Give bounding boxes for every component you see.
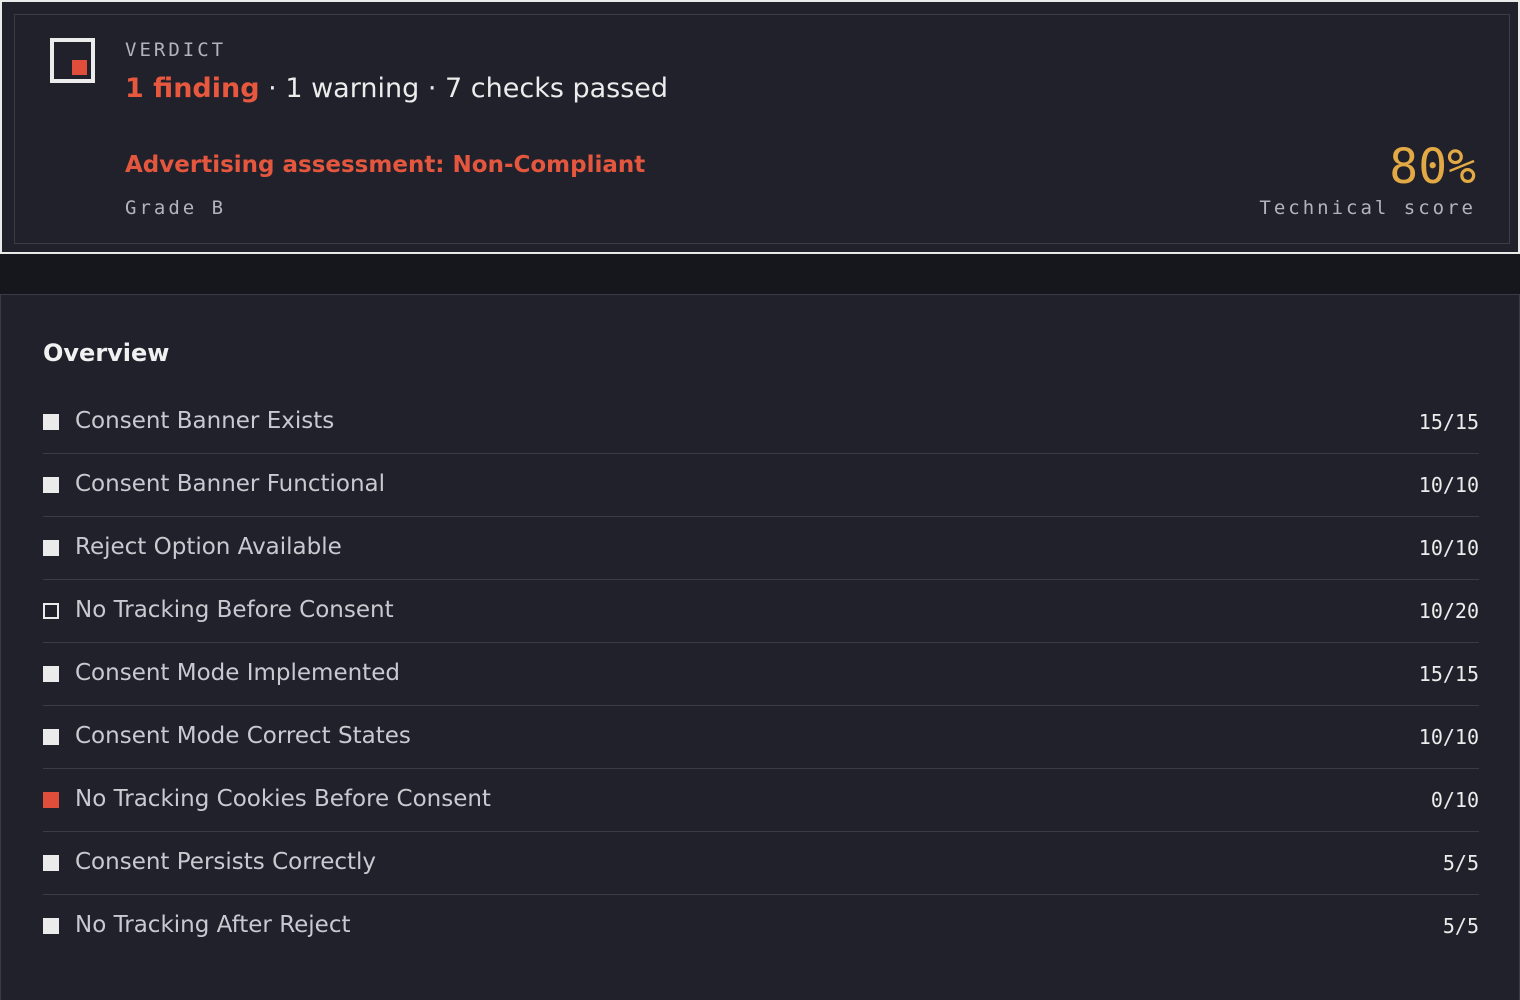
- technical-score-value: 80%: [1389, 139, 1476, 195]
- check-label: Consent Banner Exists: [75, 408, 335, 434]
- check-row: Reject Option Available 10/10: [43, 517, 1479, 580]
- check-row: Consent Banner Exists 15/15: [43, 391, 1479, 454]
- findings-count: 1 finding: [125, 73, 260, 104]
- check-row: Consent Mode Correct States 10/10: [43, 706, 1479, 769]
- check-row: No Tracking After Reject 5/5: [43, 895, 1479, 958]
- check-label: Reject Option Available: [75, 534, 342, 560]
- check-score: 10/10: [1418, 725, 1479, 749]
- check-score: 15/15: [1418, 662, 1479, 686]
- check-row: No Tracking Before Consent 10/20: [43, 580, 1479, 643]
- verdict-card: VERDICT 1 finding · 1 warning · 7 checks…: [14, 14, 1510, 244]
- check-score: 5/5: [1442, 914, 1479, 938]
- check-list: Consent Banner Exists 15/15 Consent Bann…: [43, 391, 1479, 958]
- check-row: Consent Mode Implemented 15/15: [43, 643, 1479, 706]
- check-row: Consent Banner Functional 10/10: [43, 454, 1479, 517]
- check-score: 10/20: [1418, 599, 1479, 623]
- check-status-icon: [43, 918, 59, 934]
- verdict-summary: 1 finding · 1 warning · 7 checks passed: [125, 73, 668, 104]
- verdict-status-icon: [50, 38, 95, 83]
- check-status-icon: [43, 729, 59, 745]
- check-score: 10/10: [1418, 536, 1479, 560]
- check-status-icon: [43, 477, 59, 493]
- overview-panel: Overview Consent Banner Exists 15/15 Con…: [0, 294, 1520, 1000]
- check-score: 15/15: [1418, 410, 1479, 434]
- overview-title: Overview: [43, 339, 170, 367]
- technical-score-label: Technical score: [1259, 197, 1476, 219]
- check-status-icon: [43, 855, 59, 871]
- advertising-assessment: Advertising assessment: Non-Compliant: [125, 152, 646, 178]
- summary-separator: ·: [268, 73, 277, 104]
- verdict-frame: VERDICT 1 finding · 1 warning · 7 checks…: [0, 0, 1520, 254]
- summary-separator: ·: [427, 73, 437, 104]
- check-status-icon: [43, 540, 59, 556]
- check-row: Consent Persists Correctly 5/5: [43, 832, 1479, 895]
- check-status-icon: [43, 666, 59, 682]
- check-label: Consent Mode Implemented: [75, 660, 400, 686]
- check-score: 10/10: [1418, 473, 1479, 497]
- check-score: 0/10: [1430, 788, 1479, 812]
- passed-count: 7 checks passed: [445, 73, 669, 104]
- check-status-icon: [43, 792, 59, 808]
- verdict-label: VERDICT: [125, 39, 227, 61]
- check-label: Consent Mode Correct States: [75, 723, 411, 749]
- check-label: No Tracking Cookies Before Consent: [75, 786, 491, 812]
- check-status-icon: [43, 414, 59, 430]
- check-label: No Tracking Before Consent: [75, 597, 394, 623]
- check-status-icon: [43, 603, 59, 619]
- check-label: Consent Banner Functional: [75, 471, 386, 497]
- warnings-count: 1 warning: [285, 73, 420, 104]
- check-row: No Tracking Cookies Before Consent 0/10: [43, 769, 1479, 832]
- check-label: Consent Persists Correctly: [75, 849, 377, 875]
- verdict-status-dot: [72, 60, 87, 75]
- check-label: No Tracking After Reject: [75, 912, 351, 938]
- grade: Grade B: [125, 197, 227, 219]
- check-score: 5/5: [1442, 851, 1479, 875]
